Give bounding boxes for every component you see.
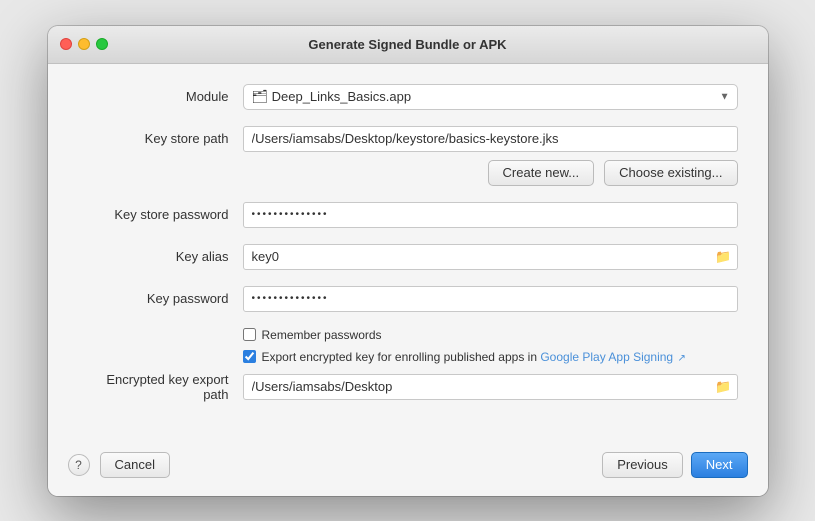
- window-title: Generate Signed Bundle or APK: [308, 37, 506, 52]
- maximize-button[interactable]: [96, 38, 108, 50]
- module-select-wrapper: 🗂 Deep_Links_Basics.app ▼: [243, 84, 738, 110]
- key-alias-input-wrapper: 📁: [243, 244, 738, 270]
- minimize-button[interactable]: [78, 38, 90, 50]
- remember-passwords-checkbox[interactable]: [243, 328, 256, 341]
- dialog-footer: ? Cancel Previous Next: [48, 438, 768, 496]
- keystore-path-input-wrapper: [243, 126, 738, 152]
- key-alias-row: Key alias 📁: [78, 244, 738, 270]
- external-link-icon: ↗: [677, 353, 685, 364]
- titlebar: Generate Signed Bundle or APK: [48, 26, 768, 64]
- export-encrypted-checkbox[interactable]: [243, 350, 256, 363]
- encrypted-export-path-input-wrapper: 📁: [243, 374, 738, 400]
- keystore-password-label: Key store password: [78, 207, 243, 222]
- key-alias-label: Key alias: [78, 249, 243, 264]
- dialog-content: Module 🗂 Deep_Links_Basics.app ▼ Key sto…: [48, 64, 768, 438]
- remember-passwords-row: Remember passwords: [243, 328, 738, 342]
- keystore-path-label: Key store path: [78, 131, 243, 146]
- keystore-path-row: Key store path: [78, 126, 738, 152]
- module-row: Module 🗂 Deep_Links_Basics.app ▼: [78, 84, 738, 110]
- encrypted-export-path-row: Encrypted key export path 📁: [78, 372, 738, 402]
- keystore-path-input[interactable]: [243, 126, 738, 152]
- remember-passwords-label: Remember passwords: [262, 328, 382, 342]
- keystore-section: Key store path Create new... Choose exis…: [78, 126, 738, 186]
- export-encrypted-row: Export encrypted key for enrolling publi…: [243, 350, 738, 364]
- footer-left: ? Cancel: [68, 452, 170, 478]
- choose-existing-button[interactable]: Choose existing...: [604, 160, 737, 186]
- previous-button[interactable]: Previous: [602, 452, 683, 478]
- module-label: Module: [78, 89, 243, 104]
- key-password-input-wrapper: [243, 286, 738, 312]
- footer-right: Previous Next: [602, 452, 747, 478]
- main-window: Generate Signed Bundle or APK Module 🗂 D…: [48, 26, 768, 496]
- traffic-lights: [60, 38, 108, 50]
- key-password-input[interactable]: [243, 286, 738, 312]
- export-encrypted-label: Export encrypted key for enrolling publi…: [262, 350, 686, 364]
- key-password-row: Key password: [78, 286, 738, 312]
- encrypted-export-path-label: Encrypted key export path: [78, 372, 243, 402]
- key-alias-input[interactable]: [243, 244, 738, 270]
- keystore-password-input-wrapper: [243, 202, 738, 228]
- keystore-password-input[interactable]: [243, 202, 738, 228]
- close-button[interactable]: [60, 38, 72, 50]
- module-select[interactable]: 🗂 Deep_Links_Basics.app: [243, 84, 738, 110]
- next-button[interactable]: Next: [691, 452, 748, 478]
- key-password-label: Key password: [78, 291, 243, 306]
- google-play-link[interactable]: Google Play App Signing: [540, 350, 673, 364]
- keystore-password-row: Key store password: [78, 202, 738, 228]
- create-new-button[interactable]: Create new...: [488, 160, 595, 186]
- encrypted-export-path-input[interactable]: [243, 374, 738, 400]
- help-button[interactable]: ?: [68, 454, 90, 476]
- cancel-button[interactable]: Cancel: [100, 452, 170, 478]
- keystore-buttons: Create new... Choose existing...: [78, 160, 738, 186]
